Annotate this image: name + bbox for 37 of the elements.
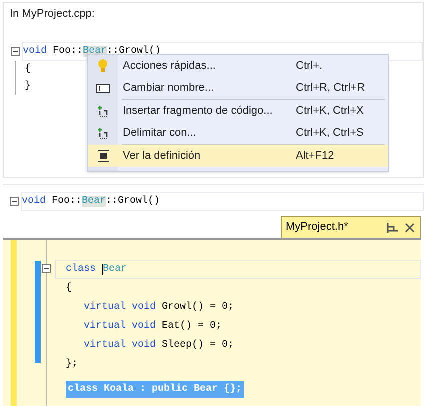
collapse-icon[interactable] — [10, 197, 19, 206]
peek-title: MyProject.h* — [286, 220, 350, 235]
code-line: virtual void Sleep() = 0; — [84, 340, 234, 351]
code-line: void Foo::Bear::Growl() — [22, 196, 160, 207]
close-icon[interactable] — [405, 222, 415, 232]
code-line: } — [25, 80, 32, 92]
shortcut-label: Ctrl+K, Ctrl+S — [296, 126, 364, 141]
snippet-icon — [97, 105, 109, 117]
menu-label: Ver la definición — [123, 148, 202, 164]
peek-tab[interactable]: MyProject.h* — [281, 216, 421, 238]
collapse-icon[interactable] — [11, 46, 20, 56]
shortcut-label: Ctrl+R, Ctrl+R — [296, 80, 366, 96]
menu-label: Insertar fragmento de código... — [123, 104, 274, 119]
code-line: virtual void Eat() = 0; — [84, 321, 222, 332]
menu-item[interactable]: Acciones rápidas... Ctrl+. — [88, 55, 388, 77]
lightbulb-icon — [98, 59, 108, 73]
menu-item[interactable]: Cambiar nombre... Ctrl+R, Ctrl+R — [88, 77, 388, 99]
menu-label: Cambiar nombre... — [123, 80, 216, 96]
menu-item[interactable]: Delimitar con... Ctrl+K, Ctrl+S — [88, 122, 388, 144]
shortcut-label: Ctrl+. — [296, 58, 323, 74]
rename-icon — [96, 84, 110, 92]
definition-icon — [98, 150, 108, 162]
pin-icon[interactable] — [386, 222, 398, 232]
menu-item[interactable]: Ver la definición Alt+F12 — [88, 145, 388, 167]
collapse-icon[interactable] — [42, 264, 51, 273]
shortcut-label: Alt+F12 — [296, 148, 334, 164]
code-line: class Bear — [66, 264, 128, 275]
snippet-icon — [97, 127, 109, 139]
menu-label: Delimitar con... — [123, 126, 198, 141]
code-line: virtual void Growl() = 0; — [84, 302, 234, 313]
caption: In MyProject.cpp: — [9, 7, 96, 22]
menu-label: Acciones rápidas... — [123, 58, 217, 74]
menu-item[interactable]: Insertar fragmento de código... Ctrl+K, Ctrl+X — [88, 100, 388, 122]
code-line: { — [66, 283, 72, 294]
shortcut-label: Ctrl+K, Ctrl+X — [296, 104, 364, 119]
code-line: { — [25, 64, 32, 74]
code-line: }; — [66, 359, 78, 370]
